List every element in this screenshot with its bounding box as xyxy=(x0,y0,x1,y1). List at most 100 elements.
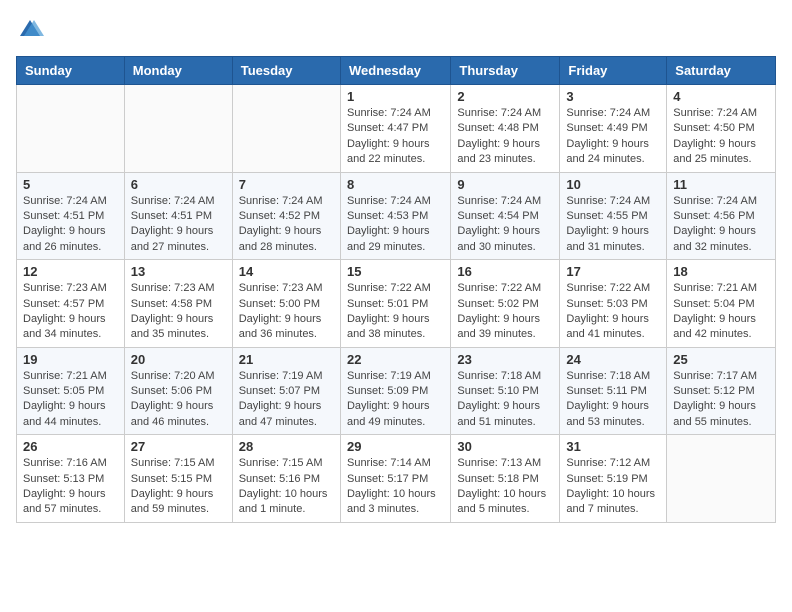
calendar-cell: 3 Sunrise: 7:24 AM Sunset: 4:49 PM Daylig… xyxy=(560,85,667,173)
day-info: Sunrise: 7:23 AM Sunset: 4:58 PM Dayligh… xyxy=(131,281,226,343)
calendar-cell: 17Sunrise: 7:22 AM Sunset: 5:03 PM Dayli… xyxy=(560,260,667,348)
day-number: 5 xyxy=(23,177,118,192)
calendar-cell: 4 Sunrise: 7:24 AM Sunset: 4:50 PM Daylig… xyxy=(667,85,776,173)
day-number: 11 xyxy=(673,177,769,192)
weekday-header-friday: Friday xyxy=(560,57,667,85)
day-number: 22 xyxy=(347,352,444,367)
calendar-cell: 27 Sunrise: 7:15 AM Sunset: 5:15 PM Dayli… xyxy=(124,435,232,523)
day-number: 28 xyxy=(239,439,334,454)
day-number: 6 xyxy=(131,177,226,192)
day-info: Sunrise: 7:18 AM Sunset: 5:10 PM Dayligh… xyxy=(457,369,553,431)
day-info: Sunrise: 7:24 AM Sunset: 4:50 PM Dayligh… xyxy=(673,106,769,168)
day-number: 25 xyxy=(673,352,769,367)
calendar-cell: 12 Sunrise: 7:23 AM Sunset: 4:57 PM Dayli… xyxy=(17,260,125,348)
calendar-cell xyxy=(667,435,776,523)
day-number: 8 xyxy=(347,177,444,192)
calendar-cell: 5 Sunrise: 7:24 AM Sunset: 4:51 PM Daylig… xyxy=(17,172,125,260)
day-info: Sunrise: 7:15 AM Sunset: 5:15 PM Dayligh… xyxy=(131,456,226,518)
day-info: Sunrise: 7:24 AM Sunset: 4:48 PM Dayligh… xyxy=(457,106,553,168)
day-info: Sunrise: 7:22 AM Sunset: 5:02 PM Dayligh… xyxy=(457,281,553,343)
day-number: 10 xyxy=(566,177,660,192)
weekday-header-saturday: Saturday xyxy=(667,57,776,85)
day-number: 20 xyxy=(131,352,226,367)
calendar-cell: 2Sunrise: 7:24 AM Sunset: 4:48 PM Daylig… xyxy=(451,85,560,173)
day-number: 9 xyxy=(457,177,553,192)
calendar-cell xyxy=(232,85,340,173)
day-info: Sunrise: 7:17 AM Sunset: 5:12 PM Dayligh… xyxy=(673,369,769,431)
day-number: 23 xyxy=(457,352,553,367)
day-info: Sunrise: 7:24 AM Sunset: 4:51 PM Dayligh… xyxy=(131,194,226,256)
logo-icon xyxy=(16,16,44,44)
calendar-cell xyxy=(17,85,125,173)
day-info: Sunrise: 7:15 AM Sunset: 5:16 PM Dayligh… xyxy=(239,456,334,518)
calendar-cell: 20 Sunrise: 7:20 AM Sunset: 5:06 PM Dayli… xyxy=(124,347,232,435)
calendar-cell: 13 Sunrise: 7:23 AM Sunset: 4:58 PM Dayli… xyxy=(124,260,232,348)
day-info: Sunrise: 7:19 AM Sunset: 5:09 PM Dayligh… xyxy=(347,369,444,431)
day-info: Sunrise: 7:21 AM Sunset: 5:05 PM Dayligh… xyxy=(23,369,118,431)
day-info: Sunrise: 7:24 AM Sunset: 4:55 PM Dayligh… xyxy=(566,194,660,256)
calendar-cell: 18 Sunrise: 7:21 AM Sunset: 5:04 PM Dayli… xyxy=(667,260,776,348)
day-number: 13 xyxy=(131,264,226,279)
day-number: 24 xyxy=(566,352,660,367)
weekday-header-thursday: Thursday xyxy=(451,57,560,85)
day-number: 16 xyxy=(457,264,553,279)
day-info: Sunrise: 7:13 AM Sunset: 5:18 PM Dayligh… xyxy=(457,456,553,518)
calendar-cell: 9 Sunrise: 7:24 AM Sunset: 4:54 PM Daylig… xyxy=(451,172,560,260)
calendar-cell: 6 Sunrise: 7:24 AM Sunset: 4:51 PM Daylig… xyxy=(124,172,232,260)
page-header xyxy=(16,16,776,44)
day-info: Sunrise: 7:24 AM Sunset: 4:54 PM Dayligh… xyxy=(457,194,553,256)
day-number: 26 xyxy=(23,439,118,454)
calendar-cell: 10 Sunrise: 7:24 AM Sunset: 4:55 PM Dayli… xyxy=(560,172,667,260)
day-info: Sunrise: 7:20 AM Sunset: 5:06 PM Dayligh… xyxy=(131,369,226,431)
day-number: 19 xyxy=(23,352,118,367)
day-number: 4 xyxy=(673,89,769,104)
weekday-header-sunday: Sunday xyxy=(17,57,125,85)
calendar-week-row: 1 Sunrise: 7:24 AM Sunset: 4:47 PM Daylig… xyxy=(17,85,776,173)
calendar-cell: 26 Sunrise: 7:16 AM Sunset: 5:13 PM Dayli… xyxy=(17,435,125,523)
calendar-cell: 24 Sunrise: 7:18 AM Sunset: 5:11 PM Dayli… xyxy=(560,347,667,435)
day-info: Sunrise: 7:24 AM Sunset: 4:51 PM Dayligh… xyxy=(23,194,118,256)
day-info: Sunrise: 7:22 AM Sunset: 5:03 PM Dayligh… xyxy=(566,281,660,343)
day-info: Sunrise: 7:18 AM Sunset: 5:11 PM Dayligh… xyxy=(566,369,660,431)
day-info: Sunrise: 7:12 AM Sunset: 5:19 PM Dayligh… xyxy=(566,456,660,518)
day-number: 29 xyxy=(347,439,444,454)
day-number: 1 xyxy=(347,89,444,104)
day-info: Sunrise: 7:19 AM Sunset: 5:07 PM Dayligh… xyxy=(239,369,334,431)
calendar-cell: 28 Sunrise: 7:15 AM Sunset: 5:16 PM Dayli… xyxy=(232,435,340,523)
calendar-cell: 14 Sunrise: 7:23 AM Sunset: 5:00 PM Dayli… xyxy=(232,260,340,348)
day-number: 18 xyxy=(673,264,769,279)
calendar-cell: 29Sunrise: 7:14 AM Sunset: 5:17 PM Dayli… xyxy=(340,435,450,523)
calendar-cell: 7Sunrise: 7:24 AM Sunset: 4:52 PM Daylig… xyxy=(232,172,340,260)
calendar-cell: 22 Sunrise: 7:19 AM Sunset: 5:09 PM Dayli… xyxy=(340,347,450,435)
calendar-cell: 31Sunrise: 7:12 AM Sunset: 5:19 PM Dayli… xyxy=(560,435,667,523)
calendar-cell: 1 Sunrise: 7:24 AM Sunset: 4:47 PM Daylig… xyxy=(340,85,450,173)
calendar-cell: 25 Sunrise: 7:17 AM Sunset: 5:12 PM Dayli… xyxy=(667,347,776,435)
logo xyxy=(16,16,48,44)
weekday-header-tuesday: Tuesday xyxy=(232,57,340,85)
calendar-cell: 30 Sunrise: 7:13 AM Sunset: 5:18 PM Dayli… xyxy=(451,435,560,523)
calendar-week-row: 5 Sunrise: 7:24 AM Sunset: 4:51 PM Daylig… xyxy=(17,172,776,260)
day-info: Sunrise: 7:24 AM Sunset: 4:53 PM Dayligh… xyxy=(347,194,444,256)
day-info: Sunrise: 7:21 AM Sunset: 5:04 PM Dayligh… xyxy=(673,281,769,343)
day-info: Sunrise: 7:24 AM Sunset: 4:56 PM Dayligh… xyxy=(673,194,769,256)
calendar-cell: 11 Sunrise: 7:24 AM Sunset: 4:56 PM Dayli… xyxy=(667,172,776,260)
calendar-cell: 8 Sunrise: 7:24 AM Sunset: 4:53 PM Daylig… xyxy=(340,172,450,260)
day-number: 30 xyxy=(457,439,553,454)
day-info: Sunrise: 7:22 AM Sunset: 5:01 PM Dayligh… xyxy=(347,281,444,343)
day-number: 14 xyxy=(239,264,334,279)
day-info: Sunrise: 7:23 AM Sunset: 4:57 PM Dayligh… xyxy=(23,281,118,343)
calendar-week-row: 26 Sunrise: 7:16 AM Sunset: 5:13 PM Dayli… xyxy=(17,435,776,523)
day-number: 27 xyxy=(131,439,226,454)
calendar-week-row: 12 Sunrise: 7:23 AM Sunset: 4:57 PM Dayli… xyxy=(17,260,776,348)
day-info: Sunrise: 7:23 AM Sunset: 5:00 PM Dayligh… xyxy=(239,281,334,343)
day-info: Sunrise: 7:24 AM Sunset: 4:47 PM Dayligh… xyxy=(347,106,444,168)
calendar-week-row: 19 Sunrise: 7:21 AM Sunset: 5:05 PM Dayli… xyxy=(17,347,776,435)
day-number: 12 xyxy=(23,264,118,279)
day-number: 3 xyxy=(566,89,660,104)
day-info: Sunrise: 7:16 AM Sunset: 5:13 PM Dayligh… xyxy=(23,456,118,518)
calendar-cell: 23 Sunrise: 7:18 AM Sunset: 5:10 PM Dayli… xyxy=(451,347,560,435)
day-info: Sunrise: 7:24 AM Sunset: 4:49 PM Dayligh… xyxy=(566,106,660,168)
weekday-header-row: SundayMondayTuesdayWednesdayThursdayFrid… xyxy=(17,57,776,85)
calendar-cell: 15Sunrise: 7:22 AM Sunset: 5:01 PM Dayli… xyxy=(340,260,450,348)
day-number: 21 xyxy=(239,352,334,367)
